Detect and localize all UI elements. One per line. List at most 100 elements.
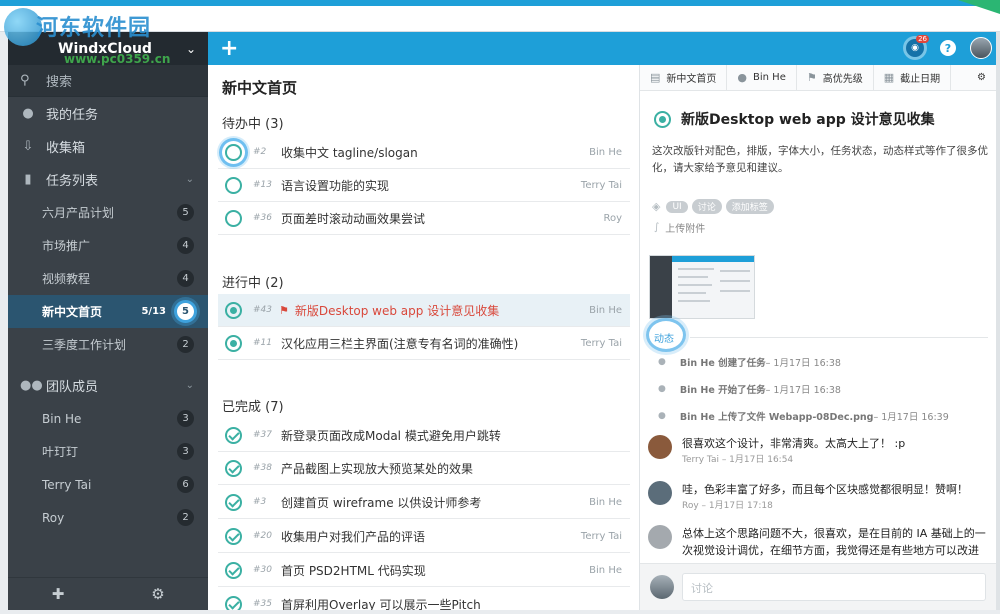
count-badge: 2 (177, 336, 194, 353)
inbox-icon: ⇩ (22, 139, 34, 154)
sidebar-list-item[interactable]: 市场推广 4 (8, 229, 208, 262)
task-title: 收集用户对我们产品的评语 (281, 529, 426, 544)
chevron-down-icon: ⌄ (185, 41, 196, 56)
tag-icon: ◈ (652, 200, 661, 213)
task-number: #20 (253, 531, 272, 541)
task-status-checkbox[interactable] (225, 209, 242, 227)
meta-priority[interactable]: ⚑ 高优先级 (797, 65, 874, 91)
task-row-selected[interactable]: #43 ⚑ 新版Desktop web app 设计意见收集 Bin He (218, 294, 630, 327)
sidebar-item-label: 团队成员 (46, 380, 99, 395)
task-title: 产品截图上实现放大预览某处的效果 (281, 461, 474, 476)
comment-text: 哇，色彩丰富了好多，而且每个区块感觉都很明显！赞啊！ (682, 483, 968, 496)
activity-time: – 1月17日 16:38 (765, 358, 841, 369)
sidebar-item-label: 收集箱 (46, 141, 86, 156)
user-icon: ● (658, 411, 666, 421)
user-icon: ● (737, 71, 748, 84)
sidebar-list-item[interactable]: 六月产品计划 5 (8, 196, 208, 229)
task-status-checkbox[interactable] (225, 176, 242, 194)
help-button[interactable]: ? (940, 40, 956, 56)
task-assignee: Bin He (589, 146, 622, 158)
task-status-checkbox[interactable] (225, 426, 242, 444)
comment: 哇，色彩丰富了好多，而且每个区块感觉都很明显！赞啊！ Roy – 1月17日 1… (648, 481, 988, 511)
task-status-checkbox[interactable] (225, 595, 242, 610)
sidebar-member-item[interactable]: Roy 2 (8, 501, 208, 534)
gear-icon[interactable]: ⚙ (967, 65, 996, 91)
search-item[interactable]: ⚲ 搜索 (8, 65, 208, 97)
comment-input[interactable]: 讨论 (682, 573, 986, 601)
user-avatar[interactable] (970, 37, 992, 59)
task-row[interactable]: #13 语言设置功能的实现 Terry Tai (218, 169, 630, 202)
meta-due[interactable]: ▦ 截止日期 (874, 65, 952, 91)
task-row[interactable]: #35 首屏利用Overlay 可以展示一些Pitch (218, 588, 630, 610)
task-number: #37 (253, 430, 272, 440)
task-list-pane: 新中文首页 待办中 (3) #2 收集中文 tagline/slogan Bin… (208, 65, 640, 610)
task-title: 语言设置功能的实现 (281, 178, 390, 193)
sidebar-list-item-active[interactable]: 新中文首页 5/13 5 (8, 295, 208, 328)
gear-icon[interactable]: ⚙ (108, 578, 208, 610)
tag-chip[interactable]: 讨论 (691, 199, 722, 214)
sidebar-list-item[interactable]: 视频教程 4 (8, 262, 208, 295)
notification-count: 26 (916, 35, 929, 43)
sidebar-item-task-lists[interactable]: ▮ 任务列表 ⌄ (8, 163, 208, 196)
task-row[interactable]: #3 创建首页 wireframe 以供设计师参考 Bin He (218, 486, 630, 519)
task-number: #13 (253, 180, 272, 190)
app-header-right: ◉ 26 ? (640, 32, 996, 65)
user-icon: ● (658, 357, 666, 367)
sidebar-item-my-tasks[interactable]: ● 我的任务 (8, 97, 208, 130)
task-status-checkbox[interactable] (225, 527, 242, 545)
task-assignee: Terry Tai (580, 337, 622, 349)
task-row[interactable]: #38 产品截图上实现放大预览某处的效果 (218, 452, 630, 485)
activity-tab[interactable]: 动态 (654, 330, 674, 345)
task-status-checkbox[interactable] (225, 301, 242, 319)
task-status-checkbox[interactable] (654, 110, 671, 128)
count-badge: 4 (177, 237, 194, 254)
add-icon[interactable]: ✚ (8, 578, 108, 610)
add-task-button[interactable]: + (220, 36, 238, 61)
sidebar-member-item[interactable]: Bin He 3 (8, 402, 208, 435)
sidebar-item-team[interactable]: ●● 团队成员 ⌄ (8, 369, 208, 402)
comment: 总体上这个思路问题不大，很喜欢，是在目前的 IA 基础上的一次视觉设计调优，在细… (648, 525, 988, 559)
task-number: #36 (253, 213, 272, 223)
add-tag-button[interactable]: 添加标签 (725, 199, 774, 214)
task-status-checkbox[interactable] (225, 143, 242, 161)
task-title: 页面差时滚动动画效果尝试 (281, 211, 426, 226)
sidebar-member-item[interactable]: Terry Tai 6 (8, 468, 208, 501)
meta-assignee[interactable]: ● Bin He (727, 65, 797, 91)
detail-title-text[interactable]: 新版Desktop web app 设计意见收集 (681, 109, 935, 129)
list-label: 新中文首页 (42, 305, 103, 319)
task-assignee: Roy (603, 212, 622, 224)
task-status-checkbox[interactable] (225, 493, 242, 511)
sidebar-list-item[interactable]: 三季度工作计划 2 (8, 328, 208, 361)
task-row[interactable]: #20 收集用户对我们产品的评语 Terry Tai (218, 520, 630, 553)
task-title: 收集中文 tagline/slogan (281, 145, 418, 160)
section-in-progress: 进行中 (2) (222, 276, 284, 291)
attachment-thumbnail[interactable] (649, 255, 755, 319)
tag-chip[interactable]: UI (666, 200, 688, 213)
task-description[interactable]: 这次改版针对配色，排版，字体大小，任务状态，动态样式等作了很多优化，请大家给予意… (652, 143, 988, 177)
task-row[interactable]: #37 新登录页面改成Modal 模式避免用户跳转 (218, 419, 630, 452)
activity-item: ● Bin He 开始了任务 – 1月17日 16:38 (658, 382, 841, 396)
task-title: 创建首页 wireframe 以供设计师参考 (281, 495, 482, 510)
task-row[interactable]: #36 页面差时滚动动画效果尝试 Roy (218, 202, 630, 235)
task-number: #38 (253, 463, 272, 473)
task-status-checkbox[interactable] (225, 459, 242, 477)
detail-title: 新版Desktop web app 设计意见收集 (654, 109, 935, 129)
workspace-switcher[interactable]: WindxCloud ⌄ (8, 32, 208, 65)
scrollbar[interactable] (996, 32, 1000, 610)
task-status-checkbox[interactable] (225, 334, 242, 352)
sidebar-member-item[interactable]: 叶玎玎 3 (8, 435, 208, 468)
task-row[interactable]: #2 收集中文 tagline/slogan Bin He (218, 136, 630, 169)
task-toolbar: + (208, 32, 640, 65)
sidebar-item-inbox[interactable]: ⇩ 收集箱 (8, 130, 208, 163)
task-status-checkbox[interactable] (225, 561, 242, 579)
activity-text: Bin He 上传了文件 Webapp-08Dec.png (679, 412, 874, 423)
meta-list[interactable]: ▤ 新中文首页 (640, 65, 728, 91)
upload-attachment[interactable]: ∫ 上传附件 (654, 220, 705, 235)
team-icon: ●● (20, 378, 43, 393)
task-row[interactable]: #11 汉化应用三栏主界面(注意专有名词的准确性) Terry Tai (218, 327, 630, 360)
sidebar-item-label: 任务列表 (46, 174, 99, 189)
notification-button[interactable]: ◉ 26 (906, 35, 929, 57)
task-row[interactable]: #30 首页 PSD2HTML 代码实现 Bin He (218, 554, 630, 587)
task-assignee: Terry Tai (580, 179, 622, 191)
workspace-name: WindxCloud (58, 40, 152, 57)
